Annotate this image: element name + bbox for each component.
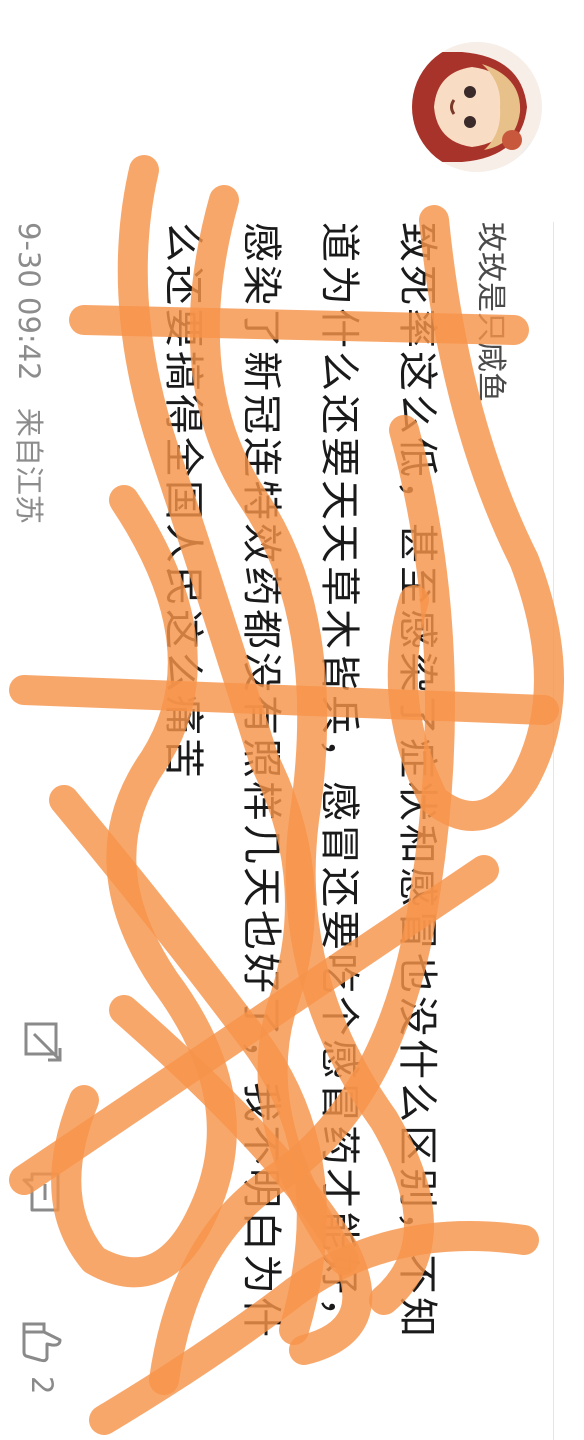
- avatar[interactable]: [412, 42, 542, 172]
- author-name[interactable]: 玫玫是只咸鱼: [472, 222, 516, 402]
- divider: [553, 222, 554, 1440]
- avatar-image: [412, 42, 542, 172]
- like-button[interactable]: 2: [12, 1320, 72, 1394]
- thumbs-up-icon: [22, 1322, 62, 1363]
- post-meta: 9-30 09:42 来自江苏: [10, 222, 52, 542]
- comment-button[interactable]: [12, 1170, 72, 1214]
- like-count: 2: [25, 1376, 59, 1395]
- comment-icon: [22, 1172, 60, 1212]
- share-icon: [24, 1022, 62, 1062]
- post-card: 玫玫是只咸鱼 致死率这么低，甚至感染了症状和感冒也没什么区别，不知道为什么还要天…: [0, 0, 584, 1440]
- post-timestamp: 9-30 09:42: [12, 222, 46, 381]
- post-text: 致死率这么低，甚至感染了症状和感冒也没什么区别，不知道为什么还要天天草木皆兵，感…: [160, 222, 440, 1340]
- post-location: 来自江苏: [12, 407, 46, 524]
- share-button[interactable]: [12, 1020, 72, 1064]
